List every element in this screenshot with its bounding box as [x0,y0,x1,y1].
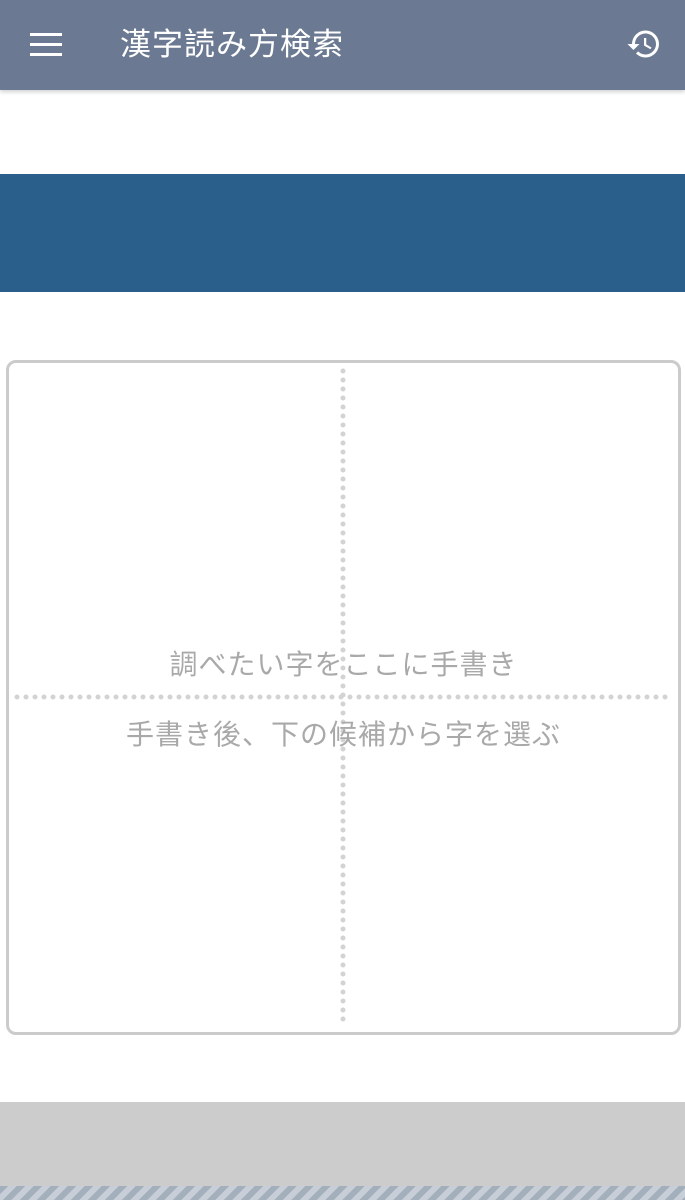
hint-text-primary: 調べたい字をここに手書き [169,648,518,681]
menu-icon [30,33,62,56]
banner [0,174,685,292]
history-icon [627,30,659,58]
hint-text-secondary: 手書き後、下の候補から字を選ぶ [125,718,561,751]
app-bar: 漢字読み方検索 [0,0,685,90]
menu-button[interactable] [14,13,78,77]
candidate-bar[interactable] [0,1102,685,1186]
app-title: 漢字読み方検索 [120,27,344,63]
handwriting-canvas[interactable]: 調べたい字をここに手書き 手書き後、下の候補から字を選ぶ [6,360,681,1035]
bottom-stripe [0,1186,685,1200]
history-button[interactable] [612,12,676,76]
guide-lines [14,368,674,1028]
